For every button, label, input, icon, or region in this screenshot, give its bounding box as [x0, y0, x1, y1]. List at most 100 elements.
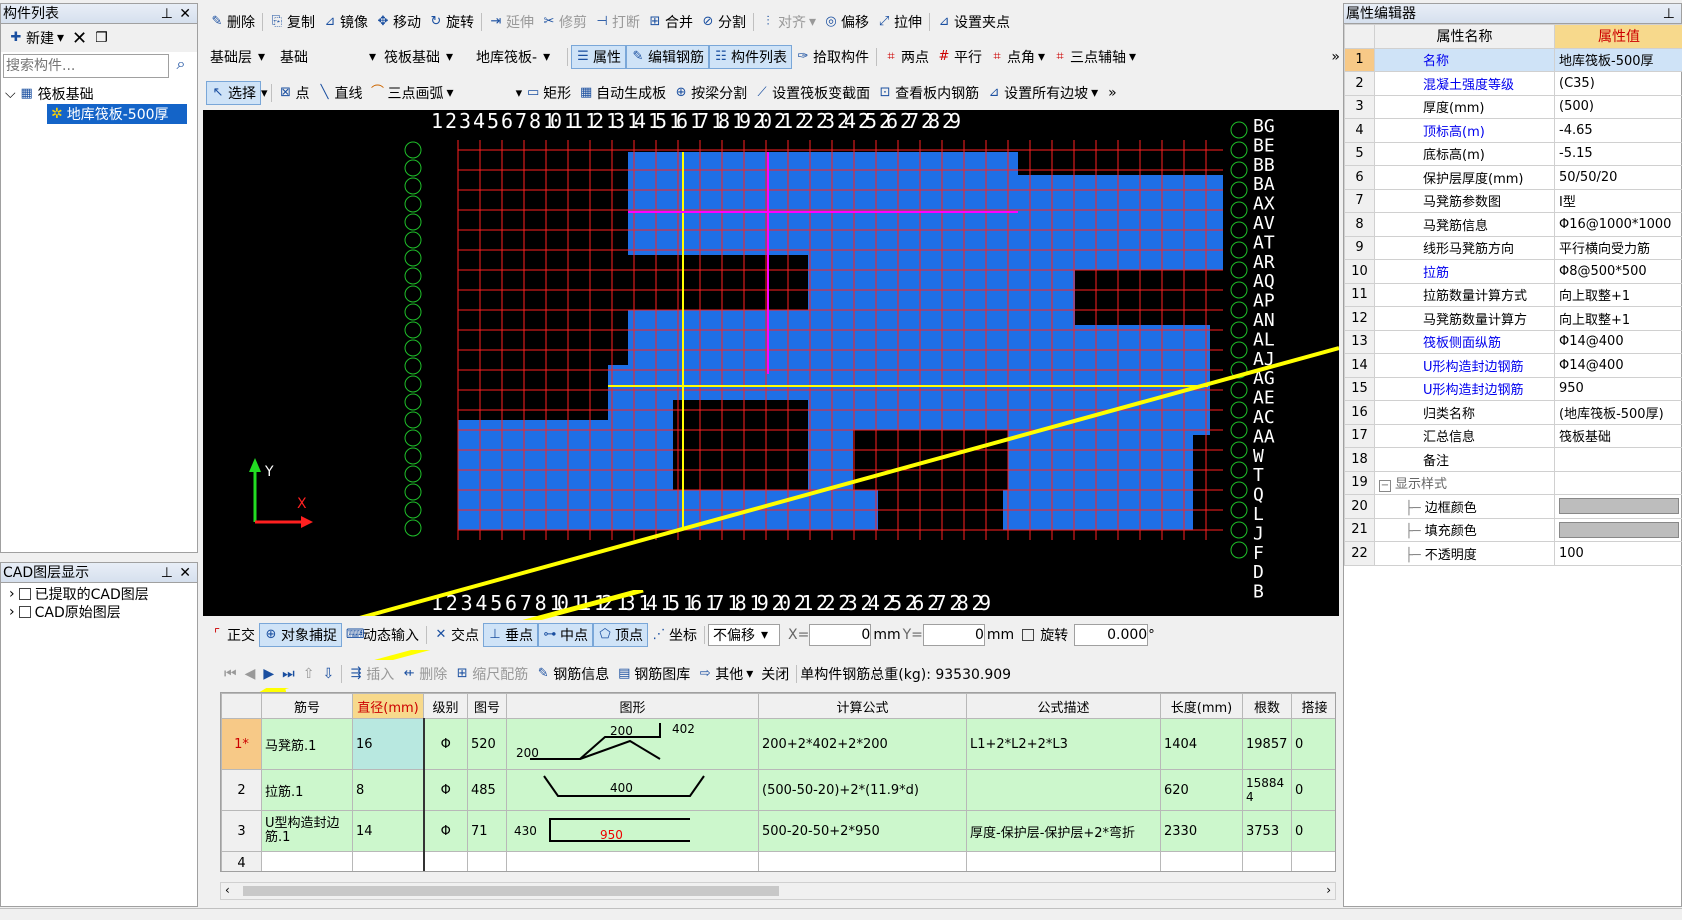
property-row[interactable]: 14 U形构造封边钢筋 Φ14@400: [1344, 353, 1682, 378]
pin-icon[interactable]: ⊥: [1663, 4, 1675, 24]
split-button[interactable]: ⊘ 分割: [697, 10, 750, 34]
extend-button[interactable]: ⇥ 延伸: [485, 10, 538, 34]
header-fig[interactable]: 图号: [467, 693, 507, 719]
up-icon[interactable]: ⇧: [299, 662, 319, 686]
header-desc[interactable]: 公式描述: [966, 693, 1161, 719]
color-swatch[interactable]: [1559, 498, 1679, 515]
arc-button[interactable]: ⌒ 三点画弧 ▾: [367, 81, 458, 105]
property-value[interactable]: 向上取整+1: [1554, 282, 1682, 307]
collapse-icon[interactable]: ⌵: [5, 86, 16, 102]
pin-icon[interactable]: ⊥: [161, 563, 173, 583]
property-row[interactable]: 3 厚度(mm) (500): [1344, 94, 1682, 119]
intersection-button[interactable]: ✕ 交点: [430, 623, 483, 647]
rebar-library-button[interactable]: ▤ 钢筋图库: [613, 662, 694, 686]
midpoint-button[interactable]: ⊶ 中点: [538, 623, 593, 647]
property-value[interactable]: Ⅰ型: [1554, 188, 1682, 213]
checkbox[interactable]: [18, 606, 31, 618]
variable-section-button[interactable]: ⟋ 设置筏板变截面: [751, 81, 874, 105]
property-row[interactable]: 2 混凝土强度等级 (C35): [1344, 71, 1682, 96]
table-row[interactable]: 1* 马凳筋.1 16 Φ 520 200 402 200 200+2*402+…: [221, 718, 1335, 770]
property-row[interactable]: 17 汇总信息 筏板基础: [1344, 423, 1682, 448]
property-row[interactable]: 7 马凳筋参数图 Ⅰ型: [1344, 188, 1682, 213]
property-value[interactable]: Φ14@400: [1554, 329, 1682, 354]
header-lap[interactable]: 搭接: [1291, 693, 1335, 719]
tree-item-selected[interactable]: ✲ 地库筏板-500厚: [47, 104, 187, 124]
property-value[interactable]: (C35): [1554, 71, 1682, 96]
table-row[interactable]: 4: [221, 851, 1335, 871]
cad-layer-original[interactable]: › CAD原始图层: [9, 603, 189, 621]
parallel-button[interactable]: # 平行: [933, 45, 986, 69]
break-button[interactable]: ⊣ 打断: [591, 10, 644, 34]
next-icon[interactable]: ▶: [259, 662, 278, 686]
edit-rebar-button[interactable]: ✎ 编辑钢筋: [626, 45, 709, 69]
property-row[interactable]: 9 线形马凳筋方向 平行横向受力筋: [1344, 235, 1682, 260]
stretch-button[interactable]: ⤢ 拉伸: [873, 10, 926, 34]
point-angle-button[interactable]: ⌗ 点角 ▾: [986, 45, 1049, 69]
pin-icon[interactable]: ⊥: [161, 4, 173, 24]
offset-button[interactable]: ◎ 偏移: [820, 10, 873, 34]
property-row[interactable]: 8 马凳筋信息 Φ16@1000*1000: [1344, 212, 1682, 237]
drawing-svg[interactable]: 1 2 3 4 5 6 7 8 10 11 12 13 14 15 16 17 …: [203, 110, 1339, 616]
copy-icon[interactable]: ❐: [91, 26, 112, 50]
property-row[interactable]: 13 筏板侧面纵筋 Φ14@400: [1344, 329, 1682, 354]
property-value[interactable]: Φ16@1000*1000: [1554, 212, 1682, 237]
property-value[interactable]: Φ8@500*500: [1554, 259, 1682, 284]
property-value[interactable]: [1554, 517, 1682, 542]
slope-button[interactable]: ⊿ 设置所有边坡 ▾: [983, 81, 1102, 105]
property-row[interactable]: 18 备注: [1344, 447, 1682, 472]
header-dia[interactable]: 直径(mm): [352, 693, 424, 719]
vertex-button[interactable]: ⬠ 顶点: [593, 623, 648, 647]
collapse-icon[interactable]: −: [1379, 480, 1391, 493]
header-length[interactable]: 长度(mm): [1160, 693, 1243, 719]
property-row[interactable]: 5 底标高(m) -5.15: [1344, 141, 1682, 166]
property-row[interactable]: 15 U形构造封边钢筋 950: [1344, 376, 1682, 401]
table-row[interactable]: 2 拉筋.1 8 Φ 485 400 (500-50-20)+2*(11.9*d…: [221, 769, 1335, 811]
scale-button[interactable]: ⊞ 缩尺配筋: [451, 662, 532, 686]
scroll-thumb[interactable]: [243, 886, 779, 896]
cad-layer-extracted[interactable]: › 已提取的CAD图层: [9, 585, 189, 603]
component-select[interactable]: 地库筏板- ▾: [472, 46, 564, 68]
down-icon[interactable]: ⇩: [319, 662, 339, 686]
object-snap-button[interactable]: ⊕ 对象捕捉: [259, 623, 342, 647]
close-icon[interactable]: ✕: [179, 563, 191, 583]
rectangle-button[interactable]: ▭ 矩形: [522, 81, 575, 105]
property-row[interactable]: 11 拉筋数量计算方式 向上取整+1: [1344, 282, 1682, 307]
header-count[interactable]: 根数: [1242, 693, 1292, 719]
other-button[interactable]: ⇨ 其他 ▾: [694, 662, 757, 686]
property-value[interactable]: 100: [1554, 541, 1682, 566]
dynamic-input-button[interactable]: ⌨ 动态输入: [342, 623, 423, 647]
rotate-checkbox[interactable]: [1022, 629, 1035, 641]
insert-button[interactable]: ⇶ 插入: [345, 662, 398, 686]
property-row[interactable]: 6 保护层厚度(mm) 50/50/20: [1344, 165, 1682, 190]
delete-icon[interactable]: ✕: [68, 26, 91, 50]
property-row[interactable]: 21 ├─ 填充颜色: [1344, 517, 1682, 542]
rebar-info-button[interactable]: ✎ 钢筋信息: [532, 662, 613, 686]
more-icon[interactable]: »: [1331, 49, 1340, 65]
move-button[interactable]: ✥ 移动: [372, 10, 425, 34]
property-value[interactable]: 地库筏板-500厚: [1554, 47, 1682, 72]
more-icon[interactable]: »: [1108, 85, 1117, 101]
property-row[interactable]: 19− 显示样式: [1344, 470, 1682, 495]
first-icon[interactable]: ⏮: [220, 662, 241, 686]
x-input[interactable]: [809, 624, 872, 646]
perpendicular-button[interactable]: ⊥ 垂点: [483, 623, 538, 647]
tree-root[interactable]: ⌵ ▦ 筏板基础: [5, 84, 193, 104]
pick-component-button[interactable]: ✑ 拾取构件: [792, 45, 873, 69]
mirror-button[interactable]: ⊿ 镜像: [319, 10, 372, 34]
property-value[interactable]: 平行横向受力筋: [1554, 235, 1682, 260]
rotate-button[interactable]: ↻ 旋转: [425, 10, 478, 34]
scroll-left-icon[interactable]: ‹: [225, 883, 230, 897]
delete-row-button[interactable]: ⇷ 删除: [398, 662, 451, 686]
property-value[interactable]: 50/50/20: [1554, 165, 1682, 190]
property-value[interactable]: 950: [1554, 376, 1682, 401]
select-button[interactable]: ↖ 选择: [206, 81, 261, 105]
checkbox[interactable]: [18, 588, 31, 600]
property-value[interactable]: Φ14@400: [1554, 353, 1682, 378]
header-grade[interactable]: 级别: [423, 693, 468, 719]
coordinate-button[interactable]: ⋰ 坐标: [648, 623, 701, 647]
property-row[interactable]: 4 顶标高(m) -4.65: [1344, 118, 1682, 143]
delete-button[interactable]: ✎ 删除: [206, 10, 259, 34]
header-shape[interactable]: 图形: [506, 693, 759, 719]
category-select[interactable]: 基础 ▾: [276, 46, 380, 68]
view-rebar-button[interactable]: ⊡ 查看板内钢筋: [874, 81, 983, 105]
